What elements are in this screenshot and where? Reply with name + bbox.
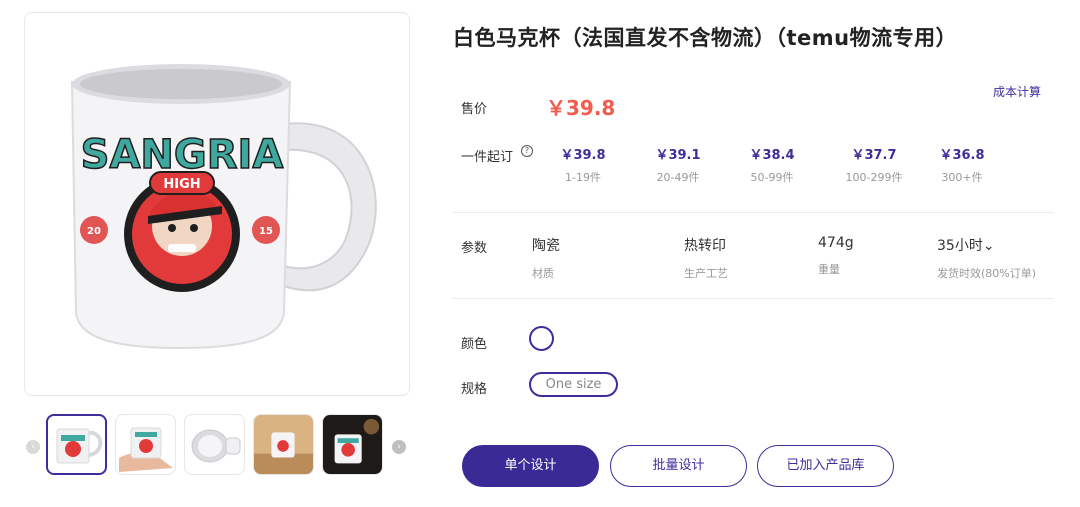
chevron-right-icon[interactable]: ›	[392, 440, 406, 454]
mug-illustration: 20 15 SANGRIA HIGH	[70, 64, 377, 350]
thumbnail-3[interactable]	[184, 414, 245, 475]
tier-price: ￥37.7	[851, 148, 897, 163]
param-name: 材质	[532, 267, 554, 280]
tier-qty: 1-19件	[565, 171, 601, 184]
param-value: 热转印	[684, 238, 726, 254]
param-name: 发货时效(80%订单)	[937, 267, 1037, 280]
tier-qty: 50-99件	[750, 171, 794, 184]
tier-qty: 300+件	[941, 171, 983, 184]
param-material: 陶瓷 材质	[532, 235, 560, 281]
size-option-chip[interactable]: One size	[529, 372, 618, 397]
cost-calc-link[interactable]: 成本计算	[993, 83, 1041, 100]
tier-3: ￥38.4 50-99件	[727, 144, 817, 185]
mug-sub-text: HIGH	[163, 177, 200, 192]
tier-price: ￥38.4	[749, 148, 795, 163]
params-label: 参数	[461, 241, 488, 256]
divider	[453, 298, 1054, 299]
mug-front-thumbnail	[56, 428, 102, 463]
batch-design-button[interactable]: 批量设计	[610, 445, 747, 487]
thumbnail-2[interactable]	[115, 414, 176, 475]
param-process: 热转印 生产工艺	[684, 235, 728, 281]
question-circle-icon[interactable]: ?	[521, 145, 533, 157]
tier-qty: 100-299件	[845, 171, 903, 184]
mug-hand-thumbnail	[118, 427, 173, 472]
param-ship-time[interactable]: 35小时⌄ 发货时效(80%订单)	[937, 235, 1036, 281]
param-value: 474g	[818, 235, 854, 251]
added-to-library-button[interactable]: 已加入产品库	[757, 445, 894, 487]
tier-label: 一件起订	[461, 150, 514, 165]
tier-price: ￥36.8	[939, 148, 985, 163]
single-design-button[interactable]: 单个设计	[462, 445, 599, 487]
mug-year-left: 20	[87, 226, 101, 237]
mug-side-thumbnail	[191, 429, 240, 462]
tier-2: ￥39.1 20-49件	[633, 144, 723, 185]
size-label: 规格	[461, 382, 488, 397]
tier-5: ￥36.8 300+件	[917, 144, 1007, 185]
param-name: 重量	[818, 263, 840, 276]
mug-table-thumbnail	[254, 415, 313, 474]
param-weight: 474g 重量	[818, 235, 854, 277]
divider	[453, 212, 1054, 213]
thumbnail-strip: ‹ ›	[24, 414, 410, 476]
thumbnail-1[interactable]	[46, 414, 107, 475]
main-product-image: 20 15 SANGRIA HIGH	[24, 12, 410, 396]
tier-1: ￥39.8 1-19件	[538, 144, 628, 185]
mug-dark-thumbnail	[323, 415, 382, 474]
price-label: 售价	[461, 102, 488, 117]
mug-year-right: 15	[259, 226, 273, 237]
tier-price: ￥39.8	[560, 148, 606, 163]
chevron-left-icon[interactable]: ‹	[26, 440, 40, 454]
tier-price: ￥39.1	[655, 148, 701, 163]
param-value[interactable]: 35小时⌄	[937, 235, 1036, 255]
tier-4: ￥37.7 100-299件	[829, 144, 919, 185]
param-name: 生产工艺	[684, 267, 728, 280]
color-swatch-white[interactable]	[529, 326, 554, 351]
tier-qty: 20-49件	[656, 171, 700, 184]
param-value: 陶瓷	[532, 238, 560, 254]
thumbnail-5[interactable]	[322, 414, 383, 475]
product-title: 白色马克杯（法国直发不含物流）（temu物流专用）	[453, 26, 958, 50]
product-price: ￥39.8	[546, 96, 616, 120]
thumbnail-4[interactable]	[253, 414, 314, 475]
color-label: 颜色	[461, 337, 488, 352]
